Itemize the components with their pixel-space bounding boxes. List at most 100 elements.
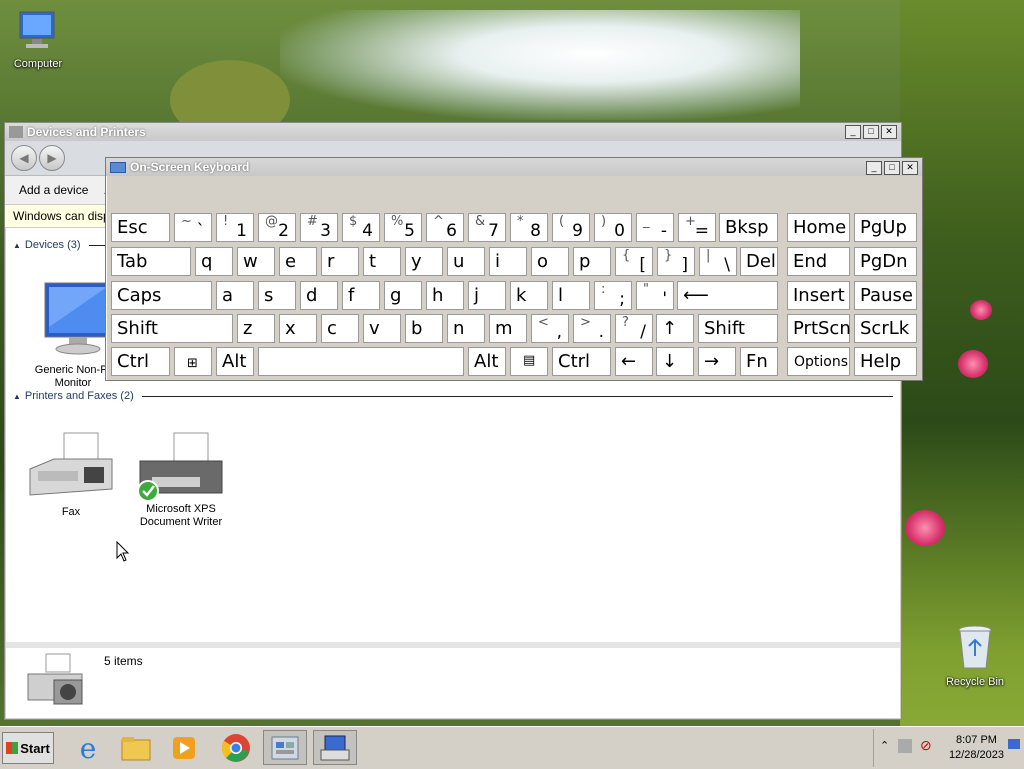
key-row1-5[interactable]: % 5 <box>384 213 422 242</box>
key-p[interactable]: p <box>573 247 611 276</box>
key-row1-6[interactable]: ^ 6 <box>426 213 464 242</box>
key-row1-12[interactable]: + = <box>678 213 716 242</box>
key-row1-10[interactable]: ) 0 <box>594 213 632 242</box>
key-backspace[interactable]: Bksp <box>719 213 778 242</box>
back-button[interactable]: ◀ <box>11 145 37 171</box>
taskbar-devices-and-printers[interactable] <box>263 730 307 765</box>
window-titlebar[interactable]: Devices and Printers _ □ ✕ <box>5 123 901 141</box>
key-enter[interactable]: ⟵ <box>677 281 778 310</box>
osk-titlebar[interactable]: On-Screen Keyboard _ □ ✕ <box>106 158 922 176</box>
key-insert[interactable]: Insert <box>787 281 850 310</box>
group-header-devices[interactable]: ▲ Devices (3) <box>13 239 109 251</box>
key-row1-4[interactable]: $4 <box>342 213 380 242</box>
key-prtscn[interactable]: PrtScn <box>787 314 851 343</box>
key-end[interactable]: End <box>787 247 850 276</box>
key-row2-sym-1[interactable]: }] <box>657 247 695 276</box>
show-desktop-icon[interactable] <box>1008 739 1020 749</box>
desktop-icon-computer[interactable]: Computer <box>3 8 73 70</box>
key-s[interactable]: s <box>258 281 296 310</box>
group-header-printers[interactable]: ▲ Printers and Faxes (2) <box>13 390 893 402</box>
taskbar-file-explorer[interactable] <box>114 730 158 765</box>
key-pgdn[interactable]: PgDn <box>854 247 917 276</box>
key-x[interactable]: x <box>279 314 317 343</box>
key-i[interactable]: i <box>489 247 527 276</box>
key-esc[interactable]: Esc <box>111 213 170 242</box>
taskbar-media-player[interactable] <box>162 730 206 765</box>
key-c[interactable]: c <box>321 314 359 343</box>
key-row2-sym-2[interactable]: | \ <box>699 247 737 276</box>
key-y[interactable]: y <box>405 247 443 276</box>
close-button[interactable]: ✕ <box>881 125 897 139</box>
key-h[interactable]: h <box>426 281 464 310</box>
key-row4-sym-0[interactable]: <, <box>531 314 569 343</box>
key-row1-3[interactable]: #3 <box>300 213 338 242</box>
key-v[interactable]: v <box>363 314 401 343</box>
key-l[interactable]: l <box>552 281 590 310</box>
key-right-shift[interactable]: Shift <box>698 314 778 343</box>
key-menu[interactable]: ▤ <box>510 347 548 376</box>
close-button[interactable]: ✕ <box>902 161 918 175</box>
key-d[interactable]: d <box>300 281 338 310</box>
key-row1-2[interactable]: @2 <box>258 213 296 242</box>
taskbar-internet-explorer[interactable]: e <box>66 730 110 765</box>
key-j[interactable]: j <box>468 281 506 310</box>
key-row1-8[interactable]: * 8 <box>510 213 548 242</box>
key-options[interactable]: Options <box>787 347 850 376</box>
key-arrow-left[interactable]: ← <box>615 347 653 376</box>
key-row1-11[interactable]: _ - <box>636 213 674 242</box>
key-a[interactable]: a <box>216 281 254 310</box>
key-r[interactable]: r <box>321 247 359 276</box>
taskbar-on-screen-keyboard[interactable] <box>313 730 357 765</box>
key-row3-sym-1[interactable]: " ' <box>636 281 674 310</box>
key-w[interactable]: w <box>237 247 275 276</box>
printer-microsoft-xps[interactable]: Microsoft XPS Document Writer <box>131 429 231 529</box>
key-m[interactable]: m <box>489 314 527 343</box>
key-o[interactable]: o <box>531 247 569 276</box>
key-right-alt[interactable]: Alt <box>468 347 506 376</box>
key-arrow-up[interactable]: ↑ <box>656 314 694 343</box>
minimize-button[interactable]: _ <box>866 161 882 175</box>
start-button[interactable]: Start <box>2 732 54 764</box>
key-row4-sym-2[interactable]: ? / <box>615 314 653 343</box>
key-caps-lock[interactable]: Caps <box>111 281 212 310</box>
maximize-button[interactable]: □ <box>884 161 900 175</box>
key-left-ctrl[interactable]: Ctrl <box>111 347 170 376</box>
key-row1-0[interactable]: ~ ` <box>174 213 212 242</box>
add-device-button[interactable]: Add a device <box>19 183 88 197</box>
key-help[interactable]: Help <box>854 347 917 376</box>
key-arrow-down[interactable]: ↓ <box>656 347 694 376</box>
key-fn[interactable]: Fn <box>740 347 778 376</box>
taskbar-chrome[interactable] <box>214 730 258 765</box>
minimize-button[interactable]: _ <box>845 125 861 139</box>
key-windows[interactable]: ⊞ <box>174 347 212 376</box>
key-q[interactable]: q <box>195 247 233 276</box>
maximize-button[interactable]: □ <box>863 125 879 139</box>
key-row1-9[interactable]: (9 <box>552 213 590 242</box>
key-t[interactable]: t <box>363 247 401 276</box>
forward-button[interactable]: ▶ <box>39 145 65 171</box>
show-hidden-icons-chevron-icon[interactable]: ⌃ <box>880 739 889 752</box>
key-tab[interactable]: Tab <box>111 247 191 276</box>
key-pgup[interactable]: PgUp <box>854 213 917 242</box>
key-left-shift[interactable]: Shift <box>111 314 233 343</box>
clock[interactable]: 8:07 PM 12/28/2023 <box>949 733 1004 763</box>
key-scrlk[interactable]: ScrLk <box>854 314 917 343</box>
volume-muted-icon[interactable]: ⊘ <box>920 737 932 754</box>
desktop-icon-recycle-bin[interactable]: Recycle Bin <box>940 624 1010 688</box>
key-e[interactable]: e <box>279 247 317 276</box>
printer-fax[interactable]: Fax <box>23 429 119 518</box>
key-n[interactable]: n <box>447 314 485 343</box>
key-del[interactable]: Del <box>740 247 778 276</box>
key-row2-sym-0[interactable]: {[ <box>615 247 653 276</box>
key-f[interactable]: f <box>342 281 380 310</box>
key-right-ctrl[interactable]: Ctrl <box>552 347 611 376</box>
key-row1-1[interactable]: ! 1 <box>216 213 254 242</box>
network-icon[interactable] <box>898 739 912 753</box>
key-left-alt[interactable]: Alt <box>216 347 254 376</box>
key-u[interactable]: u <box>447 247 485 276</box>
key-k[interactable]: k <box>510 281 548 310</box>
key-arrow-right[interactable]: → <box>698 347 736 376</box>
key-pause[interactable]: Pause <box>854 281 917 310</box>
key-row4-sym-1[interactable]: >. <box>573 314 611 343</box>
key-g[interactable]: g <box>384 281 422 310</box>
